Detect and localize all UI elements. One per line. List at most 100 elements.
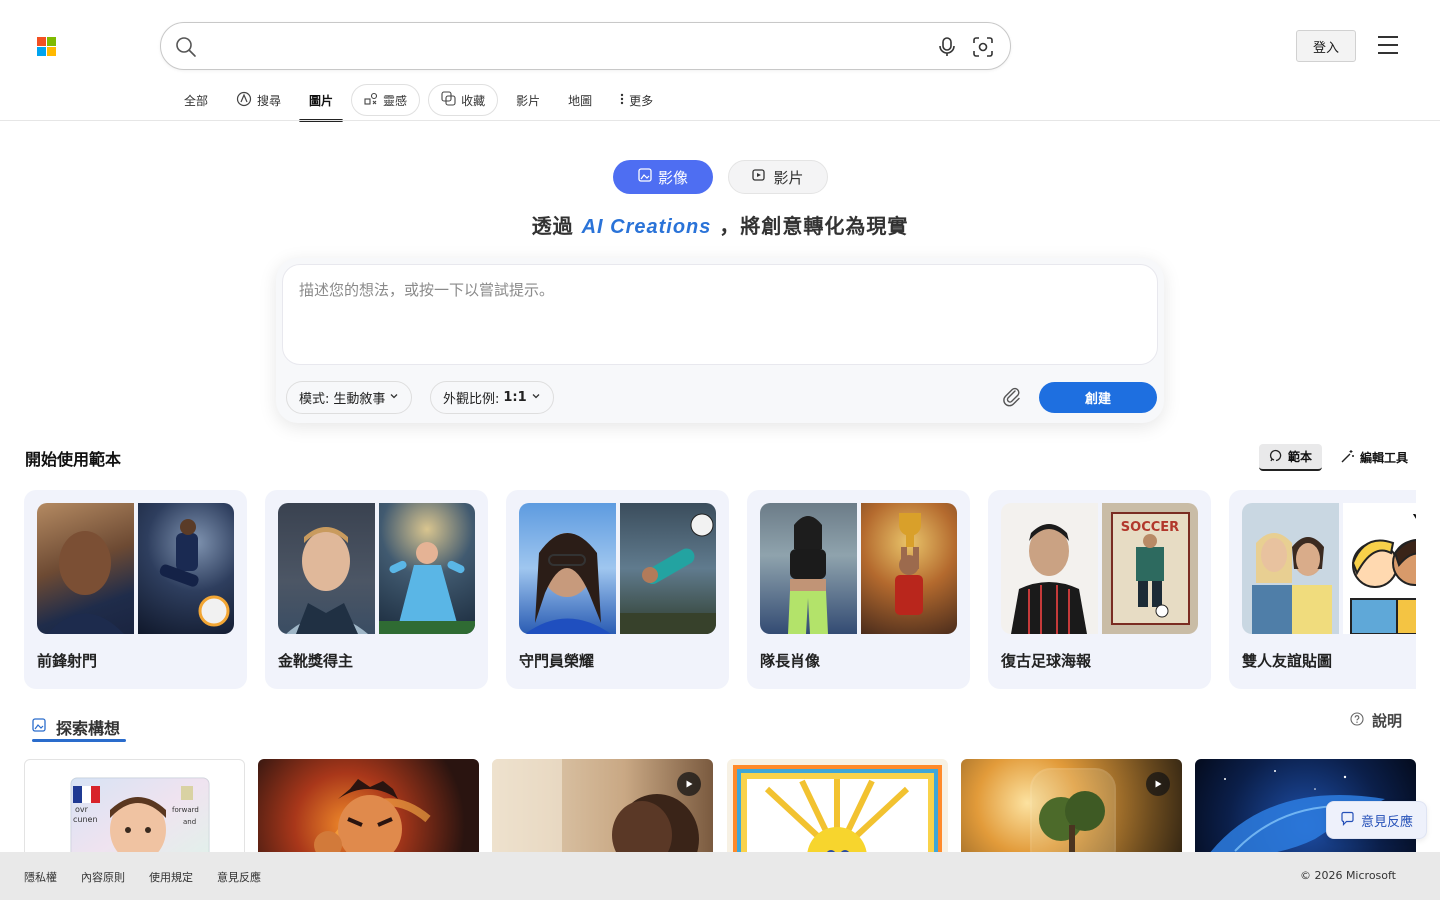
more-dots-icon	[620, 93, 624, 108]
headline-prefix: 透過	[531, 214, 574, 238]
templates-title: 開始使用範本	[25, 450, 122, 469]
login-button[interactable]: 登入	[1296, 30, 1356, 62]
play-icon[interactable]	[1146, 772, 1170, 796]
footer-link-privacy[interactable]: 隱私權	[24, 869, 57, 885]
page: 登入 全部 搜尋 圖片 靈感 收藏 影片 地圖 更多 影像 影片 透過 AI C…	[0, 0, 1440, 900]
collections-icon	[441, 91, 456, 109]
tab-videos[interactable]: 影片	[502, 84, 554, 116]
mode-dropdown[interactable]: 模式: 生動敘事	[286, 381, 413, 414]
search-input[interactable]	[209, 33, 949, 61]
template-preview	[278, 503, 475, 634]
help-button[interactable]: 說明	[1350, 710, 1402, 731]
tab-label: 影片	[516, 93, 541, 108]
play-icon[interactable]	[677, 772, 701, 796]
search-box[interactable]	[160, 22, 1011, 70]
vertical-tabs: 全部 搜尋 圖片 靈感 收藏 影片 地圖 更多	[170, 80, 667, 122]
tab-inspiration[interactable]: 靈感	[351, 84, 421, 116]
tab-all[interactable]: 全部	[170, 84, 222, 116]
help-label: 說明	[1372, 712, 1403, 730]
magic-wand-icon	[1340, 449, 1355, 467]
template-carousel: 前鋒射門 金靴獎得主 守門員榮耀 隊長肖像 SOCCER 復古足球海報 雙人友誼…	[24, 490, 1416, 690]
template-card[interactable]: SOCCER 復古足球海報	[988, 490, 1211, 689]
help-icon	[1350, 711, 1364, 730]
paperclip-icon[interactable]	[1001, 386, 1023, 412]
footer-link-terms[interactable]: 使用規定	[149, 869, 193, 885]
template-card-label: 守門員榮耀	[519, 652, 595, 670]
template-preview	[37, 503, 234, 634]
tab-label: 圖片	[309, 93, 334, 108]
tab-label: 地圖	[568, 93, 593, 108]
template-card-label: 前鋒射門	[37, 652, 98, 670]
visual-search-icon[interactable]	[972, 36, 994, 62]
prompt-panel: 模式: 生動敘事 外觀比例: 1:1 創建	[276, 258, 1164, 423]
tab-label: 收藏	[461, 93, 486, 108]
svg-text:forward: forward	[172, 806, 199, 814]
video-mode-label: 影片	[773, 168, 804, 187]
explore-tab-indicator	[32, 739, 126, 742]
footer-link-content-policy[interactable]: 內容原則	[81, 869, 125, 885]
tab-more[interactable]: 更多	[606, 84, 667, 116]
image-mode-button[interactable]: 影像	[613, 160, 713, 194]
menu-icon[interactable]	[1378, 36, 1402, 56]
templates-segment-button[interactable]: 範本	[1259, 444, 1323, 471]
image-icon	[638, 168, 652, 186]
template-card-label: 復古足球海報	[1001, 652, 1092, 670]
feedback-button[interactable]: 意見反應	[1326, 801, 1427, 839]
svg-text:YA: YA	[1412, 512, 1417, 526]
microphone-icon[interactable]	[937, 36, 957, 62]
template-card[interactable]: 金靴獎得主	[265, 490, 488, 689]
tab-label: 全部	[184, 93, 209, 108]
template-segment: 範本 編輯工具	[1259, 444, 1418, 471]
footer-link-feedback[interactable]: 意見反應	[217, 869, 261, 885]
tab-label: 搜尋	[257, 93, 282, 108]
template-card-label: 隊長肖像	[760, 652, 821, 670]
explore-gallery: ovr cunen forward and	[24, 759, 1416, 852]
headline-brand: AI Creations	[581, 216, 712, 238]
feedback-label: 意見反應	[1360, 814, 1413, 830]
template-preview: SOCCER	[1001, 503, 1198, 634]
mode-label: 模式:	[299, 392, 330, 407]
headline-suffix: ，將創意轉化為現實	[719, 214, 909, 238]
tab-maps[interactable]: 地圖	[554, 84, 606, 116]
microsoft-logo-icon[interactable]	[37, 37, 56, 56]
ratio-label: 外觀比例:	[443, 392, 500, 407]
template-card-label: 金靴獎得主	[278, 652, 354, 670]
video-mode-button[interactable]: 影片	[728, 160, 828, 194]
gallery-tile[interactable]	[492, 759, 713, 852]
create-button[interactable]: 創建	[1039, 382, 1157, 413]
edit-tools-segment-button[interactable]: 編輯工具	[1330, 444, 1418, 471]
prompt-input[interactable]	[299, 279, 1139, 349]
chevron-down-icon	[531, 390, 541, 405]
template-preview	[760, 503, 957, 634]
svg-text:and: and	[183, 818, 196, 826]
tab-images[interactable]: 圖片	[295, 84, 347, 122]
gallery-tile[interactable]: ovr cunen forward and	[24, 759, 245, 852]
template-preview: YA	[1242, 503, 1416, 634]
svg-text:ovr: ovr	[75, 805, 89, 814]
template-card[interactable]: 前鋒射門	[24, 490, 247, 689]
tab-collections[interactable]: 收藏	[428, 84, 499, 116]
mode-value: 生動敘事	[333, 392, 386, 407]
template-preview	[519, 503, 716, 634]
page-headline: 透過 AI Creations ，將創意轉化為現實	[0, 210, 1440, 239]
image-mode-label: 影像	[657, 168, 688, 187]
gallery-tile[interactable]	[727, 759, 948, 852]
copyright: © 2026 Microsoft	[1299, 869, 1396, 882]
gallery-tile[interactable]	[961, 759, 1182, 852]
search-icon[interactable]	[175, 36, 197, 62]
tab-search[interactable]: 搜尋	[222, 84, 295, 116]
aspect-ratio-dropdown[interactable]: 外觀比例: 1:1	[430, 381, 554, 414]
template-card[interactable]: 守門員榮耀	[506, 490, 729, 689]
explore-title: 探索構想	[56, 718, 121, 738]
template-card[interactable]: YA 雙人友誼貼圖	[1229, 490, 1416, 689]
inspiration-icon	[364, 92, 378, 109]
gallery-tile[interactable]	[258, 759, 479, 852]
copilot-search-icon	[236, 91, 252, 110]
template-card[interactable]: 隊長肖像	[747, 490, 970, 689]
tab-label: 更多	[629, 93, 654, 108]
templates-segment-label: 範本	[1288, 450, 1313, 464]
chevron-down-icon	[389, 390, 399, 405]
tab-label: 靈感	[383, 93, 408, 108]
templates-icon	[1269, 448, 1283, 465]
edit-tools-segment-label: 編輯工具	[1360, 451, 1409, 465]
